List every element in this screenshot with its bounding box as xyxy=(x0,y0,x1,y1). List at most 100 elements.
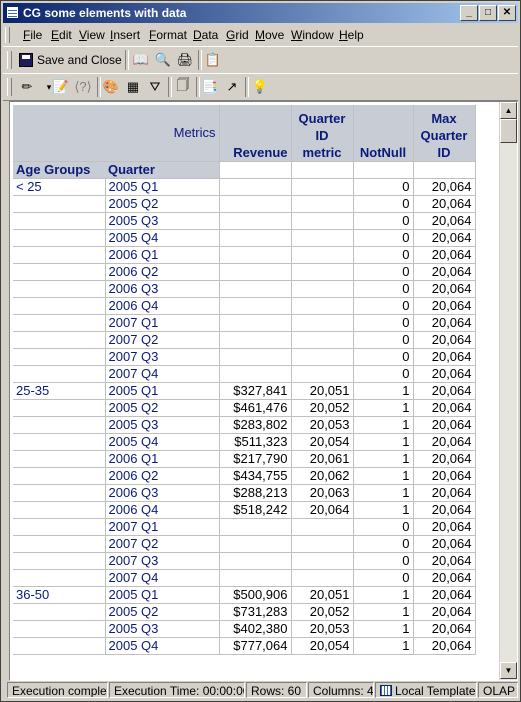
notnull-cell[interactable]: 1 xyxy=(353,433,414,451)
quarter-cell[interactable]: 2005 Q1 xyxy=(104,382,220,400)
quarter-cell[interactable]: 2007 Q3 xyxy=(104,552,220,570)
save-and-close-button[interactable]: Save and Close xyxy=(19,50,122,70)
quarter-cell[interactable]: 2007 Q4 xyxy=(104,365,220,383)
notnull-cell[interactable]: 1 xyxy=(353,501,414,519)
revenue-cell[interactable]: $500,906 xyxy=(219,586,292,604)
age-group-cell[interactable] xyxy=(13,433,106,451)
quarter-cell[interactable]: 2006 Q1 xyxy=(104,246,220,264)
menu-help[interactable]: Help xyxy=(339,28,364,42)
quarter-id-cell[interactable]: 20,052 xyxy=(291,603,354,621)
menu-view[interactable]: View xyxy=(79,28,105,42)
menu-file[interactable]: File xyxy=(23,28,42,42)
revenue-cell[interactable]: $402,380 xyxy=(219,620,292,638)
notnull-cell[interactable]: 0 xyxy=(353,229,414,247)
shortcut-icon[interactable]: ↗ xyxy=(222,77,242,97)
quarter-id-cell[interactable]: 20,052 xyxy=(291,399,354,417)
quarter-id-cell[interactable]: 20,061 xyxy=(291,450,354,468)
menu-data[interactable]: Data xyxy=(193,28,218,42)
max-quarter-id-cell[interactable]: 20,064 xyxy=(413,399,476,417)
max-quarter-id-cell[interactable]: 20,064 xyxy=(413,416,476,434)
grid-view-icon[interactable]: ▦ xyxy=(123,77,143,97)
quarter-cell[interactable]: 2007 Q2 xyxy=(104,535,220,553)
notnull-cell[interactable]: 0 xyxy=(353,365,414,383)
max-quarter-id-cell[interactable]: 20,064 xyxy=(413,246,476,264)
print-preview-icon[interactable]: 🔍 xyxy=(153,50,173,70)
age-group-cell[interactable]: 25-35 xyxy=(13,382,106,400)
quarter-cell[interactable]: 2006 Q4 xyxy=(104,297,220,315)
quarter-cell[interactable]: 2005 Q3 xyxy=(104,212,220,230)
age-group-cell[interactable] xyxy=(13,501,106,519)
quarter-cell[interactable]: 2005 Q1 xyxy=(104,178,220,196)
max-quarter-id-cell[interactable]: 20,064 xyxy=(413,195,476,213)
age-group-cell[interactable] xyxy=(13,212,106,230)
age-group-cell[interactable] xyxy=(13,535,106,553)
revenue-cell[interactable]: $434,755 xyxy=(219,467,292,485)
open-book-icon[interactable]: 📖 xyxy=(131,50,151,70)
revenue-cell[interactable]: $327,841 xyxy=(219,382,292,400)
age-group-cell[interactable] xyxy=(13,399,106,417)
quarter-id-cell[interactable]: 20,054 xyxy=(291,637,354,655)
quarter-cell[interactable]: 2005 Q4 xyxy=(104,433,220,451)
revenue-cell[interactable]: $461,476 xyxy=(219,399,292,417)
age-group-cell[interactable] xyxy=(13,620,106,638)
quarter-id-cell[interactable] xyxy=(291,212,354,230)
quarter-cell[interactable]: 2005 Q3 xyxy=(104,416,220,434)
notnull-cell[interactable]: 0 xyxy=(353,195,414,213)
quarter-id-cell[interactable] xyxy=(291,280,354,298)
quarter-id-cell[interactable] xyxy=(291,518,354,536)
max-quarter-id-cell[interactable]: 20,064 xyxy=(413,620,476,638)
quarter-cell[interactable]: 2005 Q2 xyxy=(104,399,220,417)
quarter-id-cell[interactable] xyxy=(291,195,354,213)
age-group-cell[interactable] xyxy=(13,603,106,621)
quarter-cell[interactable]: 2006 Q4 xyxy=(104,501,220,519)
notnull-cell[interactable]: 0 xyxy=(353,331,414,349)
notnull-cell[interactable]: 0 xyxy=(353,212,414,230)
notnull-cell[interactable]: 0 xyxy=(353,314,414,332)
quarter-id-cell[interactable] xyxy=(291,297,354,315)
revenue-cell[interactable] xyxy=(219,280,292,298)
max-quarter-id-cell[interactable]: 20,064 xyxy=(413,637,476,655)
close-button[interactable]: ✕ xyxy=(498,5,516,21)
max-quarter-id-cell[interactable]: 20,064 xyxy=(413,552,476,570)
max-quarter-id-cell[interactable]: 20,064 xyxy=(413,331,476,349)
revenue-cell[interactable] xyxy=(219,331,292,349)
notnull-cell[interactable]: 1 xyxy=(353,467,414,485)
age-group-cell[interactable] xyxy=(13,246,106,264)
menu-insert[interactable]: Insert xyxy=(110,28,140,42)
scroll-up-button[interactable]: ▲ xyxy=(500,102,517,119)
max-quarter-id-cell[interactable]: 20,064 xyxy=(413,569,476,587)
max-quarter-id-cell[interactable]: 20,064 xyxy=(413,433,476,451)
revenue-cell[interactable] xyxy=(219,552,292,570)
quarter-cell[interactable]: 2006 Q2 xyxy=(104,467,220,485)
lightbulb-icon[interactable]: 💡 xyxy=(250,77,270,97)
notnull-cell[interactable]: 0 xyxy=(353,552,414,570)
quarter-id-cell[interactable]: 20,062 xyxy=(291,467,354,485)
age-group-cell[interactable] xyxy=(13,637,106,655)
page-by-icon[interactable]: 🗍 xyxy=(173,77,193,97)
quarter-cell[interactable]: 2007 Q1 xyxy=(104,518,220,536)
menu-edit[interactable]: Edit xyxy=(51,28,72,42)
maximize-button[interactable]: □ xyxy=(479,5,497,21)
report-grid-area[interactable]: Metrics Revenue Quarter ID metric NotNull Ma… xyxy=(9,101,518,681)
notnull-cell[interactable]: 1 xyxy=(353,450,414,468)
menu-grid[interactable]: Grid xyxy=(226,28,249,42)
quarter-cell[interactable]: 2007 Q2 xyxy=(104,331,220,349)
quarter-id-cell[interactable] xyxy=(291,314,354,332)
age-group-cell[interactable] xyxy=(13,229,106,247)
revenue-cell[interactable] xyxy=(219,365,292,383)
revenue-cell[interactable] xyxy=(219,314,292,332)
notnull-cell[interactable]: 1 xyxy=(353,603,414,621)
quarter-cell[interactable]: 2007 Q1 xyxy=(104,314,220,332)
max-quarter-id-cell[interactable]: 20,064 xyxy=(413,586,476,604)
column-header[interactable]: Quarter ID metric xyxy=(291,105,354,162)
notnull-cell[interactable]: 0 xyxy=(353,569,414,587)
age-group-cell[interactable] xyxy=(13,365,106,383)
age-group-cell[interactable]: < 25 xyxy=(13,178,106,196)
age-group-cell[interactable] xyxy=(13,331,106,349)
notnull-cell[interactable]: 1 xyxy=(353,416,414,434)
age-group-cell[interactable] xyxy=(13,314,106,332)
age-group-cell[interactable] xyxy=(13,569,106,587)
age-group-cell[interactable] xyxy=(13,552,106,570)
quarter-id-cell[interactable] xyxy=(291,263,354,281)
age-group-cell[interactable] xyxy=(13,450,106,468)
